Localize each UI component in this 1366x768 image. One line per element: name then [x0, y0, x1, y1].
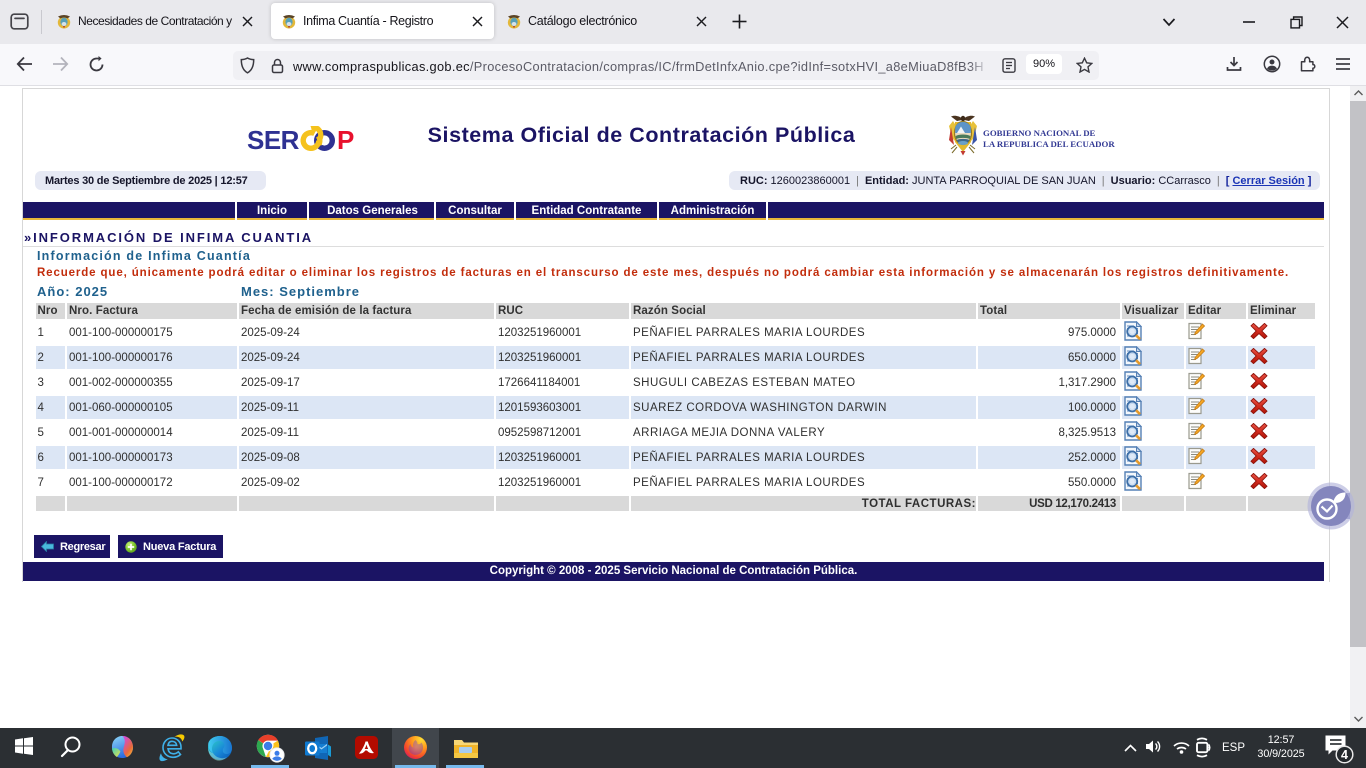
- svg-text:4: 4: [1341, 748, 1348, 762]
